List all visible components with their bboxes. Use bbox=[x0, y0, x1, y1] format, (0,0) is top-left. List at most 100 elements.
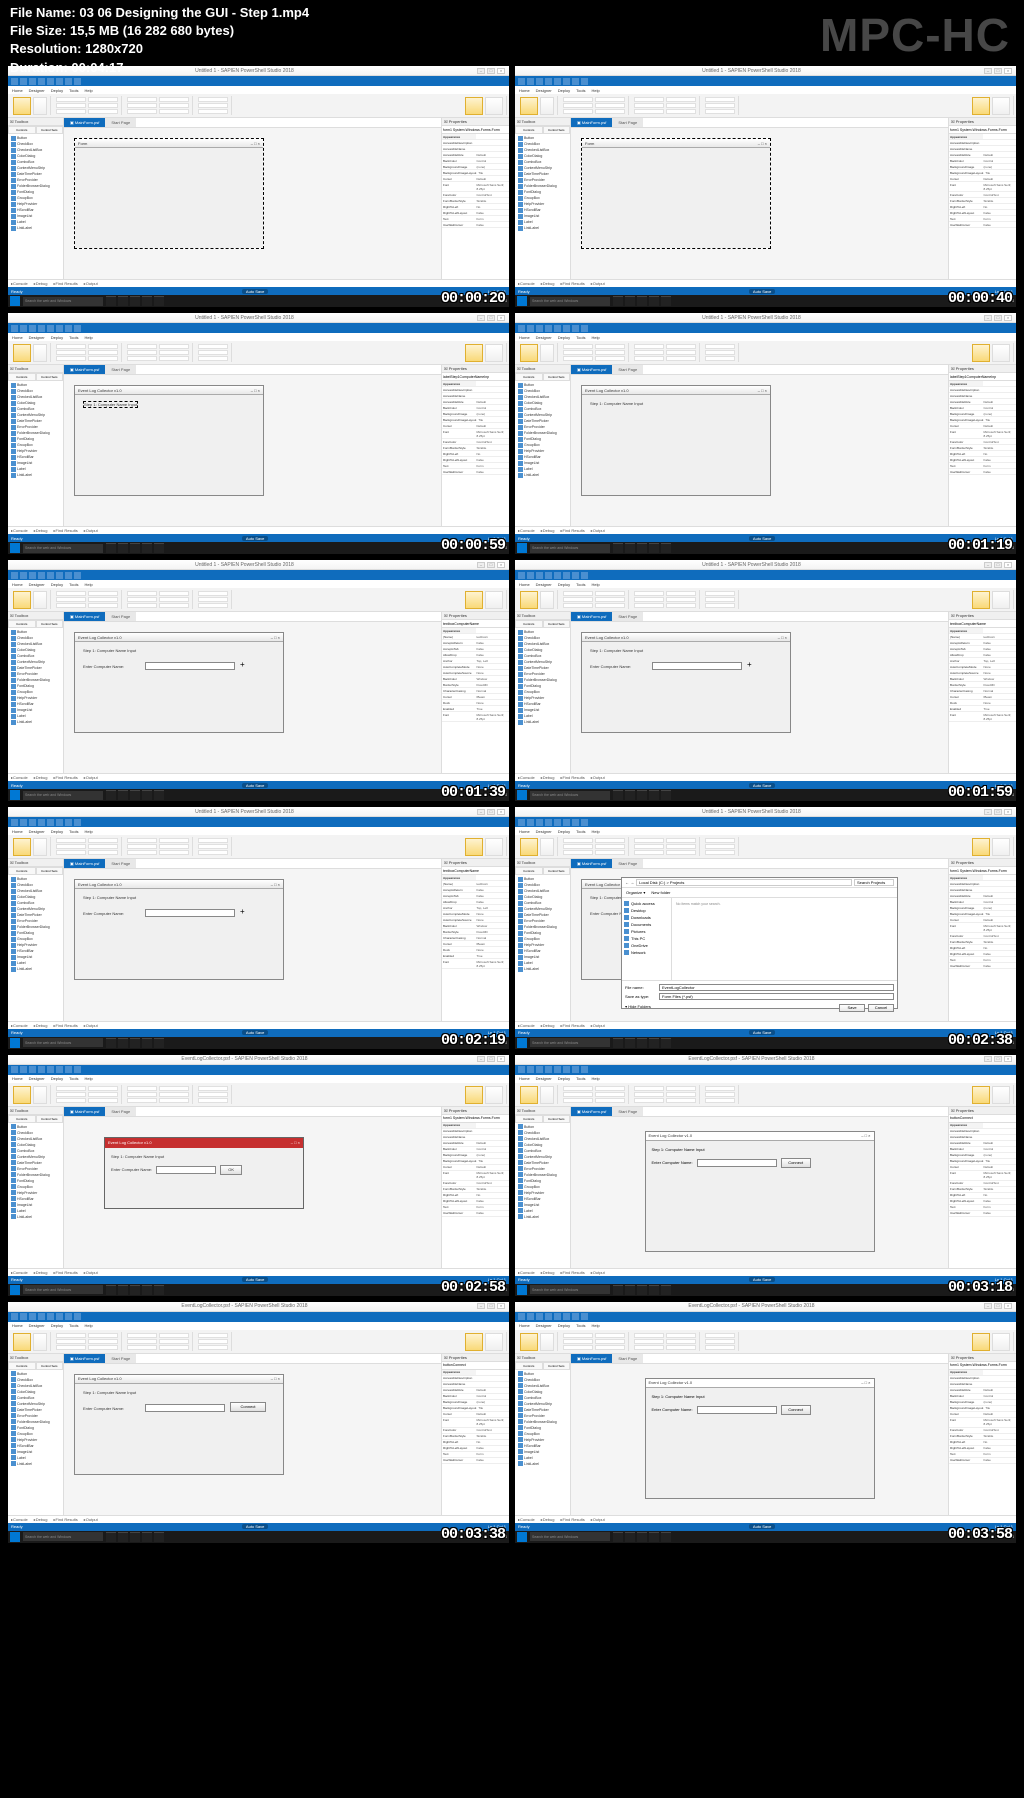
close-icon[interactable]: × bbox=[497, 809, 505, 815]
menu-designer[interactable]: Designer bbox=[536, 88, 552, 93]
menu-tools[interactable]: Tools bbox=[69, 1076, 78, 1081]
close-icon[interactable]: × bbox=[1004, 562, 1012, 568]
menu-home[interactable]: Home bbox=[519, 88, 530, 93]
property-object-selector[interactable]: textboxComputerName bbox=[949, 620, 1016, 628]
close-icon[interactable]: × bbox=[1004, 1056, 1012, 1062]
search-input[interactable]: Search the web and Windows bbox=[530, 297, 610, 306]
tab-startpage[interactable]: Start Page bbox=[612, 365, 643, 374]
property-object-selector[interactable]: labelStep1ComputerNameInp bbox=[949, 373, 1016, 381]
property-object-selector[interactable]: buttonConnect bbox=[442, 1362, 509, 1370]
menu-deploy[interactable]: Deploy bbox=[51, 335, 63, 340]
property-grid[interactable]: Appearance AccessibleDescriptionAccessib… bbox=[949, 1123, 1016, 1268]
form-designer-canvas[interactable]: Event Log Collector v1.0– □ × Step 1: Co… bbox=[571, 375, 948, 526]
form-designer-canvas[interactable]: Event Log Collector v1.0– □ × Step 1: Co… bbox=[64, 1364, 441, 1515]
minimize-icon[interactable]: – bbox=[984, 562, 992, 568]
menu-deploy[interactable]: Deploy bbox=[51, 1076, 63, 1081]
start-button[interactable] bbox=[10, 543, 20, 553]
property-object-selector[interactable]: form1 System.Windows.Forms.Form bbox=[949, 126, 1016, 134]
property-grid[interactable]: Appearance AccessibleDescriptionAccessib… bbox=[442, 1123, 509, 1268]
menu-designer[interactable]: Designer bbox=[29, 1076, 45, 1081]
menu-deploy[interactable]: Deploy bbox=[558, 829, 570, 834]
thumbnail-11[interactable]: EventLogCollector.psf - SAPIEN PowerShel… bbox=[8, 1302, 509, 1543]
tab-startpage[interactable]: Start Page bbox=[105, 1107, 136, 1116]
menu-tools[interactable]: Tools bbox=[69, 88, 78, 93]
toolbox-list[interactable]: ButtonCheckBoxCheckedListBoxColorDialogC… bbox=[8, 1370, 63, 1515]
form-designer-canvas[interactable]: Event Log Collector v1.0– □ × Step 1: Co… bbox=[64, 375, 441, 526]
minimize-icon[interactable]: – bbox=[477, 315, 485, 321]
tab-startpage[interactable]: Start Page bbox=[105, 1354, 136, 1363]
tab-startpage[interactable]: Start Page bbox=[612, 118, 643, 127]
menu-deploy[interactable]: Deploy bbox=[558, 88, 570, 93]
menu-tools[interactable]: Tools bbox=[576, 829, 585, 834]
toolbox-list[interactable]: ButtonCheckBoxCheckedListBoxColorDialogC… bbox=[8, 1123, 63, 1268]
search-input[interactable]: Search the web and Windows bbox=[23, 791, 103, 800]
tab-startpage[interactable]: Start Page bbox=[105, 118, 136, 127]
menu-designer[interactable]: Designer bbox=[29, 1323, 45, 1328]
property-grid[interactable]: Appearance AccessibleDescriptionAccessib… bbox=[949, 381, 1016, 526]
menu-tools[interactable]: Tools bbox=[576, 88, 585, 93]
maximize-icon[interactable]: □ bbox=[994, 809, 1002, 815]
form-designer-canvas[interactable]: Event Log Collector v1.0– □ × Step 1: Co… bbox=[571, 1364, 948, 1515]
close-icon[interactable]: × bbox=[497, 1303, 505, 1309]
tab-mainform[interactable]: ▣ MainForm.psf bbox=[571, 1107, 612, 1116]
minimize-icon[interactable]: – bbox=[477, 68, 485, 74]
close-icon[interactable]: × bbox=[1004, 315, 1012, 321]
menu-designer[interactable]: Designer bbox=[29, 829, 45, 834]
maximize-icon[interactable]: □ bbox=[994, 1303, 1002, 1309]
tab-mainform[interactable]: ▣ MainForm.psf bbox=[571, 859, 612, 868]
menu-tools[interactable]: Tools bbox=[576, 1076, 585, 1081]
thumbnail-9[interactable]: EventLogCollector.psf - SAPIEN PowerShel… bbox=[8, 1055, 509, 1296]
menu-designer[interactable]: Designer bbox=[29, 335, 45, 340]
maximize-icon[interactable]: □ bbox=[994, 315, 1002, 321]
menu-deploy[interactable]: Deploy bbox=[558, 582, 570, 587]
tab-mainform[interactable]: ▣ MainForm.psf bbox=[571, 612, 612, 621]
property-grid[interactable]: Appearance AccessibleDescriptionAccessib… bbox=[949, 1370, 1016, 1515]
menu-tools[interactable]: Tools bbox=[576, 335, 585, 340]
minimize-icon[interactable]: – bbox=[984, 1056, 992, 1062]
form-designer-canvas[interactable]: Event Log Collector v1.0– □ × Step 1: Co… bbox=[64, 1117, 441, 1268]
form-designer-canvas[interactable]: Event Log Collector v1.0– □ × Step 1: Co… bbox=[64, 869, 441, 1020]
save-button[interactable]: Save bbox=[839, 1004, 865, 1012]
thumbnail-4[interactable]: Untitled 1 - SAPIEN PowerShell Studio 20… bbox=[515, 313, 1016, 554]
start-button[interactable] bbox=[517, 790, 527, 800]
start-button[interactable] bbox=[10, 1532, 20, 1542]
menu-help[interactable]: Help bbox=[591, 335, 599, 340]
thumbnail-6[interactable]: Untitled 1 - SAPIEN PowerShell Studio 20… bbox=[515, 560, 1016, 801]
menu-deploy[interactable]: Deploy bbox=[51, 829, 63, 834]
menu-help[interactable]: Help bbox=[84, 88, 92, 93]
menu-help[interactable]: Help bbox=[84, 335, 92, 340]
thumbnail-2[interactable]: Untitled 1 - SAPIEN PowerShell Studio 20… bbox=[515, 66, 1016, 307]
menu-home[interactable]: Home bbox=[519, 582, 530, 587]
menu-designer[interactable]: Designer bbox=[536, 829, 552, 834]
tab-startpage[interactable]: Start Page bbox=[612, 859, 643, 868]
maximize-icon[interactable]: □ bbox=[487, 809, 495, 815]
menu-help[interactable]: Help bbox=[591, 88, 599, 93]
menu-home[interactable]: Home bbox=[519, 1323, 530, 1328]
menu-help[interactable]: Help bbox=[84, 582, 92, 587]
close-icon[interactable]: × bbox=[497, 1056, 505, 1062]
tab-mainform[interactable]: ▣ MainForm.psf bbox=[64, 859, 105, 868]
property-grid[interactable]: Appearance AccessibleDescriptionAccessib… bbox=[442, 1370, 509, 1515]
start-button[interactable] bbox=[10, 1038, 20, 1048]
menu-home[interactable]: Home bbox=[12, 1076, 23, 1081]
minimize-icon[interactable]: – bbox=[984, 809, 992, 815]
form-designer-canvas[interactable]: Event Log Collector v1.0– □ × Step 1: Co… bbox=[571, 869, 948, 1020]
menu-help[interactable]: Help bbox=[84, 1076, 92, 1081]
menu-home[interactable]: Home bbox=[519, 829, 530, 834]
minimize-icon[interactable]: – bbox=[984, 1303, 992, 1309]
menu-help[interactable]: Help bbox=[591, 829, 599, 834]
search-input[interactable]: Search the web and Windows bbox=[530, 791, 610, 800]
menu-help[interactable]: Help bbox=[591, 582, 599, 587]
menu-tools[interactable]: Tools bbox=[69, 582, 78, 587]
start-button[interactable] bbox=[517, 1532, 527, 1542]
tab-startpage[interactable]: Start Page bbox=[105, 859, 136, 868]
tab-mainform[interactable]: ▣ MainForm.psf bbox=[64, 365, 105, 374]
thumbnail-10[interactable]: EventLogCollector.psf - SAPIEN PowerShel… bbox=[515, 1055, 1016, 1296]
tab-startpage[interactable]: Start Page bbox=[612, 612, 643, 621]
start-button[interactable] bbox=[10, 1285, 20, 1295]
maximize-icon[interactable]: □ bbox=[487, 68, 495, 74]
form-designer-canvas[interactable]: Event Log Collector v1.0– □ × Step 1: Co… bbox=[64, 622, 441, 773]
search-input[interactable]: Search the web and Windows bbox=[23, 1285, 103, 1294]
toolbox-list[interactable]: ButtonCheckBoxCheckedListBoxColorDialogC… bbox=[8, 381, 63, 526]
maximize-icon[interactable]: □ bbox=[487, 1303, 495, 1309]
